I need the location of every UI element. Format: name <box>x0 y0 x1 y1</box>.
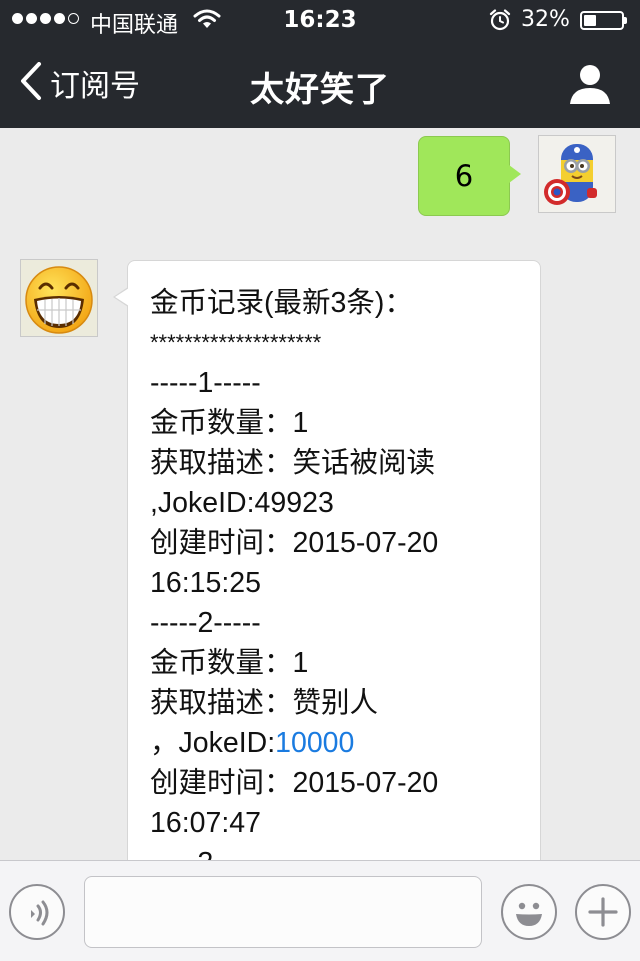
voice-icon <box>31 900 49 926</box>
message-line: 创建时间：2015-07-20 <box>150 767 439 799</box>
grinning-face-icon <box>21 260 97 336</box>
user-profile-icon <box>566 65 614 110</box>
input-bar <box>0 860 640 961</box>
message-line: 16:15:25 <box>150 567 261 599</box>
incoming-message-bubble[interactable]: 金币记录(最新3条)： ******************** -----1-… <box>127 260 541 900</box>
top-bar: 中国联通 16:23 32% 订阅号 太好笑了 <box>0 0 640 128</box>
message-line: -----2----- <box>150 607 261 639</box>
message-line: -----1----- <box>150 367 261 399</box>
emoji-icon <box>516 902 542 926</box>
minion-avatar-icon <box>539 136 615 212</box>
page-title: 太好笑了 <box>250 70 390 110</box>
message-line: ,JokeID:49923 <box>150 487 334 519</box>
message-line-prefix: ，JokeID: <box>150 727 276 759</box>
message-line: ，JokeID:10000 <box>150 723 540 763</box>
alarm-clock-icon <box>489 9 511 37</box>
message-line: 金币数量：1 <box>150 647 309 679</box>
message-line: 获取描述：笑话被阅读 <box>150 447 436 479</box>
voice-button[interactable] <box>9 884 65 940</box>
plus-icon <box>588 897 618 927</box>
official-account-avatar[interactable] <box>20 259 98 337</box>
message-line: 金币记录(最新3条)： <box>150 287 413 319</box>
incoming-message-text: 金币记录(最新3条)： ******************** -----1-… <box>128 261 540 883</box>
message-line: 金币数量：1 <box>150 407 309 439</box>
profile-button[interactable] <box>566 62 614 106</box>
my-avatar[interactable] <box>538 135 616 213</box>
more-button[interactable] <box>575 884 631 940</box>
bubble-tail-fill <box>115 288 129 306</box>
message-line: 16:07:47 <box>150 807 261 839</box>
outgoing-message-bubble[interactable]: 6 <box>418 136 521 216</box>
message-line: 获取描述：赞别人 <box>150 687 379 719</box>
outgoing-message-text: 6 <box>454 159 474 193</box>
message-line: ******************** <box>150 330 322 355</box>
phone-number-link[interactable]: 10000 <box>275 727 354 759</box>
battery-icon <box>580 11 627 30</box>
battery-percent: 32% <box>521 7 570 32</box>
status-bar: 中国联通 16:23 32% <box>0 0 640 40</box>
emoji-button[interactable] <box>501 884 557 940</box>
message-line: 创建时间：2015-07-20 <box>150 527 439 559</box>
message-input[interactable] <box>84 876 482 948</box>
